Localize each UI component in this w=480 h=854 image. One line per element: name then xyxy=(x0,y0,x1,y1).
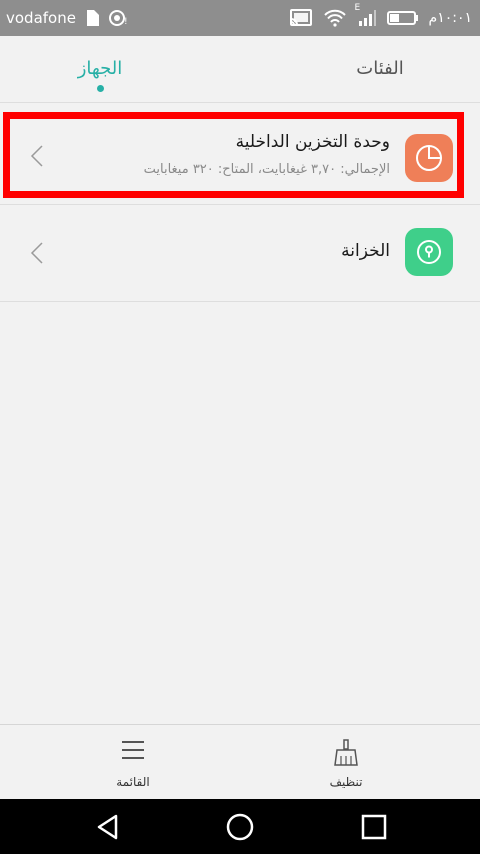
pie-chart-icon xyxy=(405,134,453,182)
recents-icon[interactable] xyxy=(358,811,390,843)
cast-icon xyxy=(289,9,313,27)
tab-categories-label: الفئات xyxy=(356,58,404,79)
clock: ١٠:٠١م xyxy=(428,10,472,26)
clean-label: تنظيف xyxy=(329,775,363,789)
menu-label: القائمة xyxy=(116,775,150,789)
carrier-name: vodafone xyxy=(6,9,76,27)
menu-button[interactable]: القائمة xyxy=(83,725,183,800)
back-icon[interactable] xyxy=(92,811,124,843)
broom-icon xyxy=(296,739,396,766)
clean-button[interactable]: تنظيف xyxy=(296,725,396,800)
network-type: E xyxy=(354,3,361,13)
active-tab-indicator xyxy=(96,85,104,92)
lock-icon xyxy=(405,228,453,276)
internal-storage-title: وحدة التخزين الداخلية xyxy=(235,132,390,152)
wifi-icon xyxy=(323,9,347,27)
internal-storage-row[interactable]: وحدة التخزين الداخلية الإجمالي: ٣,٧٠ غيغ… xyxy=(0,107,480,205)
vault-row[interactable]: الخزانة xyxy=(0,205,480,302)
vault-title: الخزانة xyxy=(341,241,390,261)
bottom-action-bar: القائمة تنظيف xyxy=(0,724,480,800)
status-bar: vodafone ! E ١٠:٠١م xyxy=(0,0,480,36)
internal-storage-subtitle: الإجمالي: ٣,٧٠ غيغابايت، المتاح: ٣٢٠ ميغ… xyxy=(143,162,390,177)
sd-card-icon xyxy=(84,9,100,27)
tab-device[interactable]: الجهاز xyxy=(40,36,160,102)
nfc-icon: ! xyxy=(108,9,130,27)
chevron-left-icon xyxy=(30,145,43,167)
home-icon[interactable] xyxy=(224,811,256,843)
highlight-box xyxy=(3,112,464,198)
tab-device-label: الجهاز xyxy=(77,58,123,79)
chevron-left-icon xyxy=(30,242,43,264)
menu-icon xyxy=(83,739,183,765)
tab-bar: الجهاز الفئات xyxy=(0,36,480,103)
battery-icon xyxy=(386,9,419,27)
signal-icon: E xyxy=(355,3,377,27)
tab-categories[interactable]: الفئات xyxy=(320,36,440,102)
navigation-bar xyxy=(0,799,480,854)
svg-text:!: ! xyxy=(124,17,128,27)
